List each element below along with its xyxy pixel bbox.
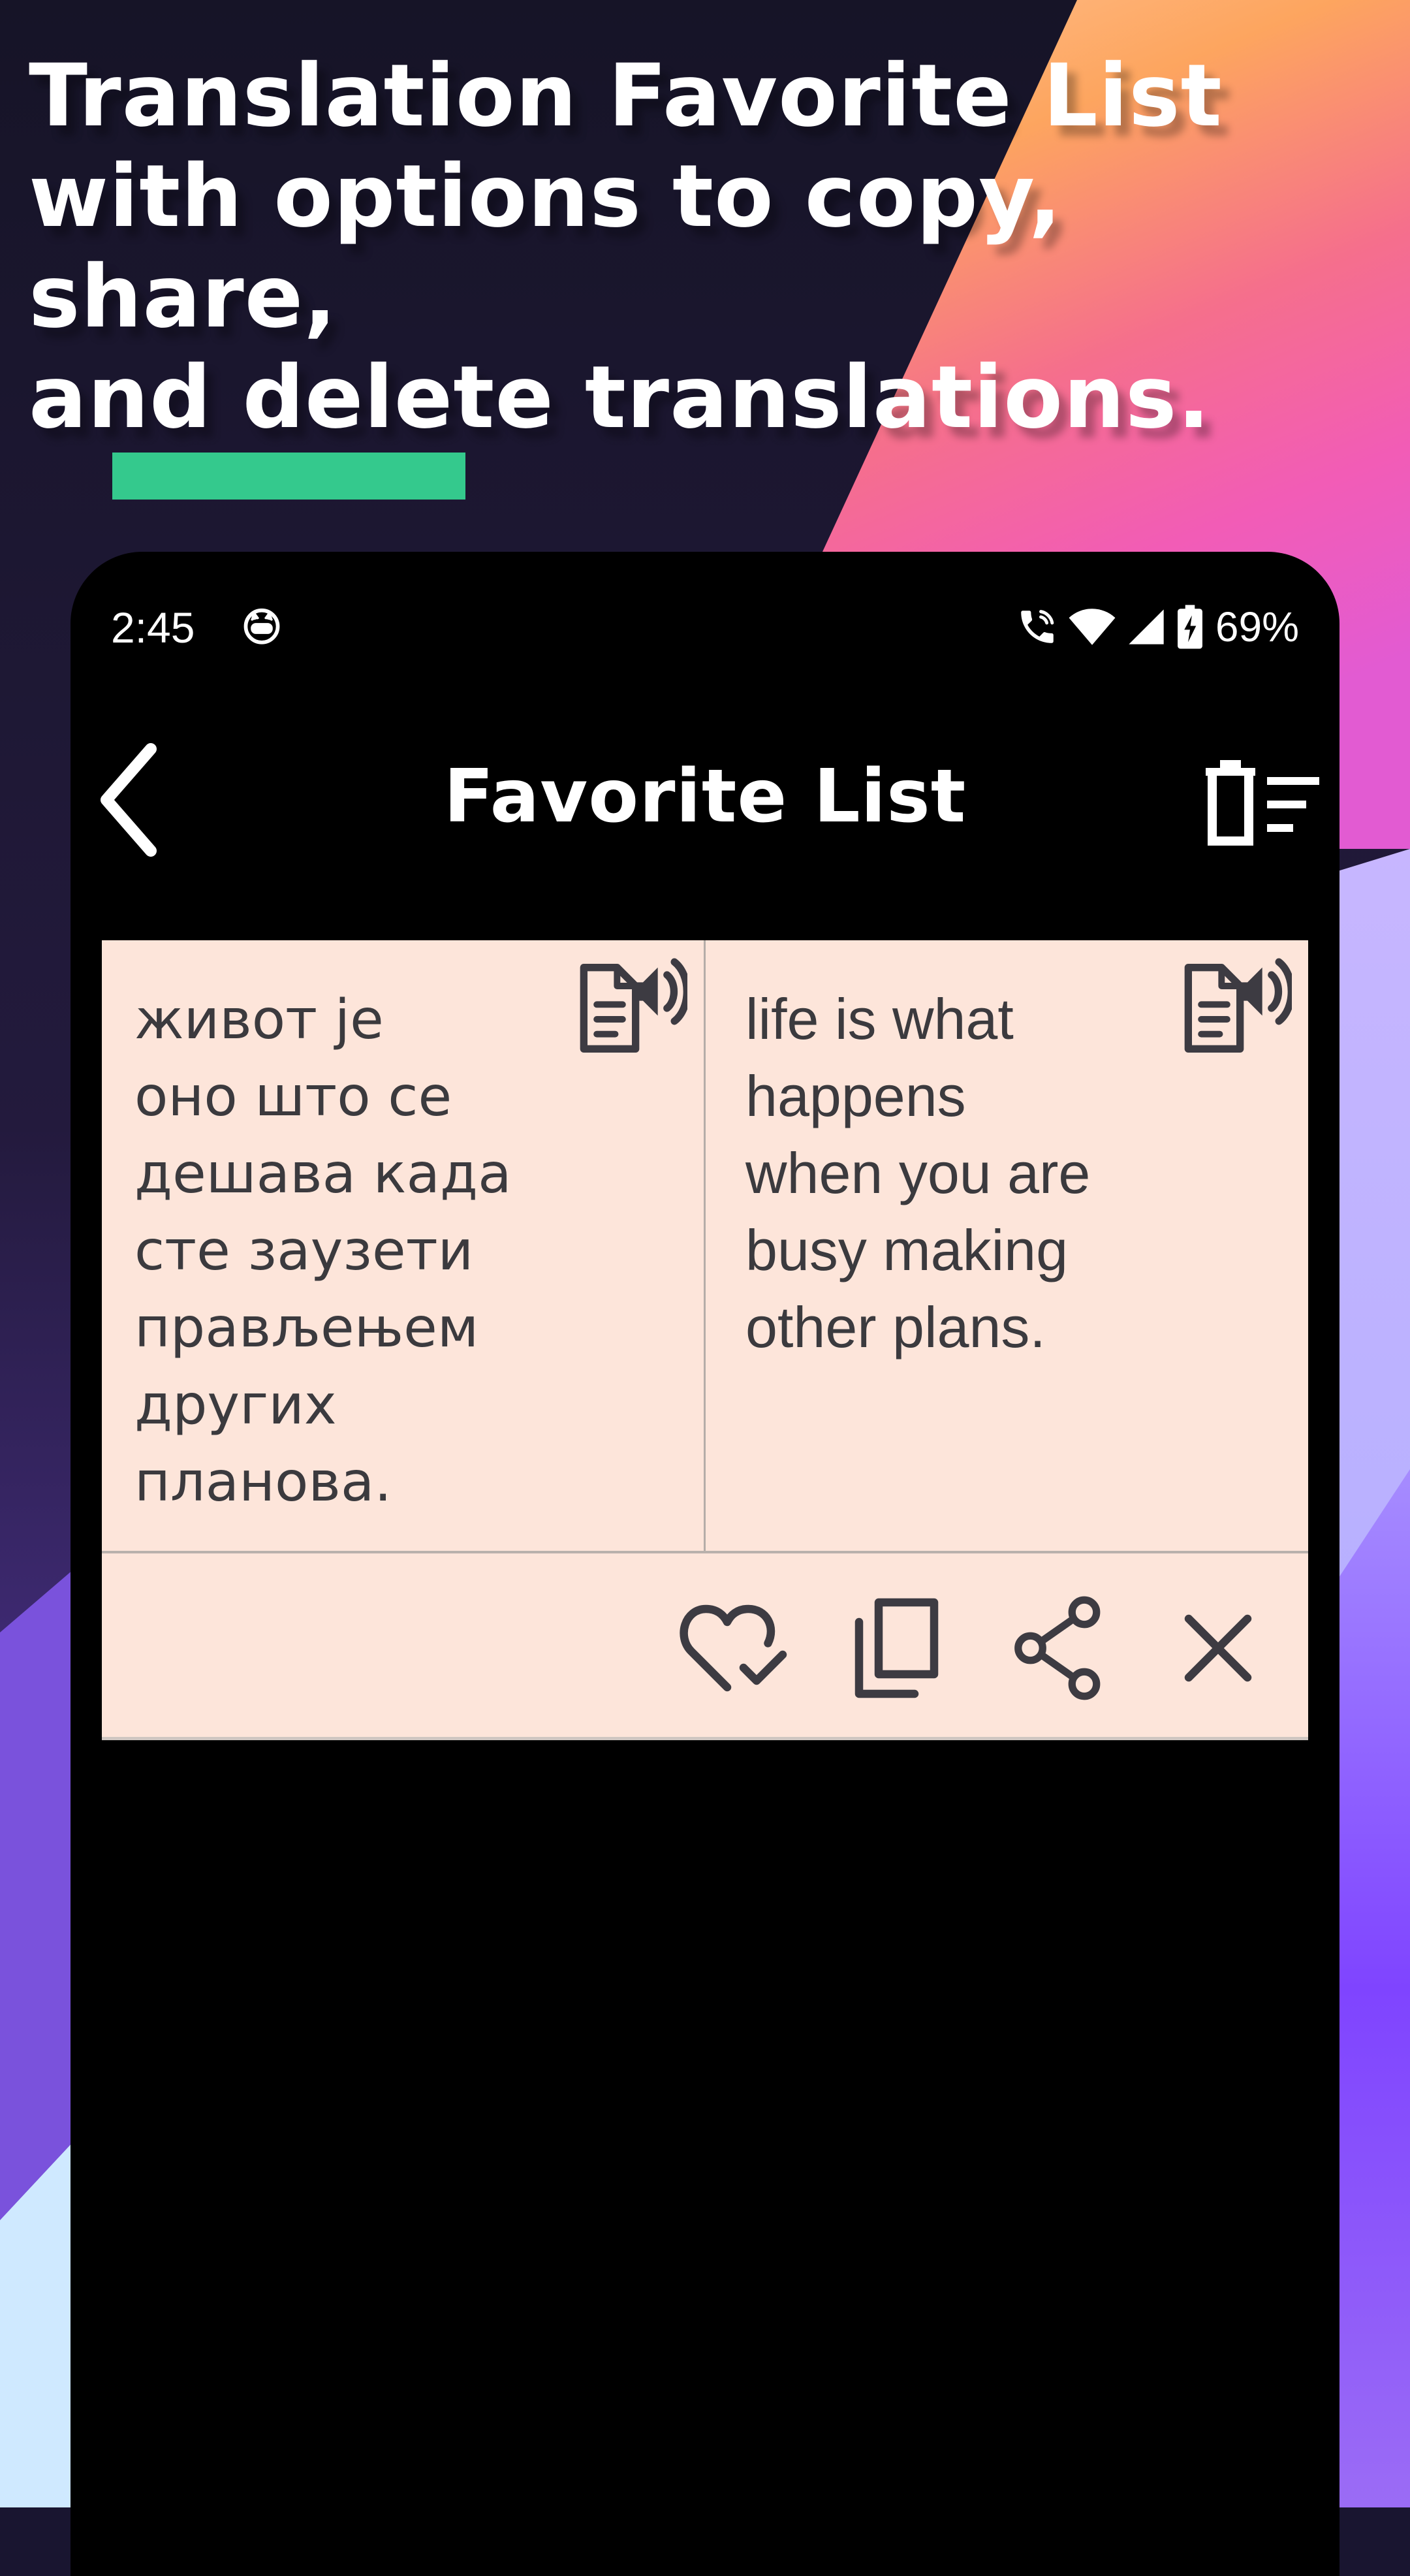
promo-headline: Translation Favorite List with options t… bbox=[29, 46, 1223, 448]
status-time: 2:45 bbox=[111, 603, 195, 652]
share-button[interactable] bbox=[999, 1593, 1117, 1704]
source-text: живот је оно што се дешава када сте зауз… bbox=[134, 987, 512, 1514]
wifi-calling-icon bbox=[1021, 610, 1054, 643]
signal-icon bbox=[1129, 609, 1164, 644]
delete-button[interactable] bbox=[1159, 1593, 1277, 1704]
speak-translation-button[interactable] bbox=[1178, 947, 1295, 1058]
battery-charging-icon bbox=[1177, 605, 1202, 649]
close-icon bbox=[1184, 1614, 1252, 1682]
favorite-check-icon bbox=[679, 1604, 787, 1692]
delete-all-button[interactable] bbox=[1198, 751, 1329, 855]
copy-icon bbox=[854, 1598, 939, 1698]
accent-bar bbox=[112, 453, 465, 500]
screen-title: Favorite List bbox=[443, 754, 967, 839]
favorite-button[interactable] bbox=[676, 1593, 794, 1704]
copy-button[interactable] bbox=[836, 1593, 954, 1704]
card-bottom-border bbox=[102, 1737, 1308, 1740]
text-to-speech-icon bbox=[1184, 958, 1292, 1053]
status-icons: 69% bbox=[1016, 603, 1299, 650]
battery-level: 69% bbox=[1215, 603, 1299, 650]
source-column: живот је оно што се дешава када сте зауз… bbox=[102, 940, 704, 1553]
cat-face-icon bbox=[243, 608, 280, 644]
favorite-card: живот је оно што се дешава када сте зауз… bbox=[102, 940, 1308, 1740]
translated-text: life is what happens when you are busy m… bbox=[745, 987, 1091, 1360]
text-to-speech-icon bbox=[580, 958, 687, 1053]
translation-column: life is what happens when you are busy m… bbox=[705, 940, 1308, 1553]
phone-screen: 2:45 69% Favorite List живот је оно што … bbox=[70, 552, 1340, 2576]
card-actions bbox=[102, 1553, 1308, 1736]
share-icon bbox=[1014, 1596, 1101, 1700]
delete-all-icon bbox=[1206, 760, 1319, 846]
speak-source-button[interactable] bbox=[573, 947, 691, 1058]
wifi-icon bbox=[1069, 609, 1116, 645]
